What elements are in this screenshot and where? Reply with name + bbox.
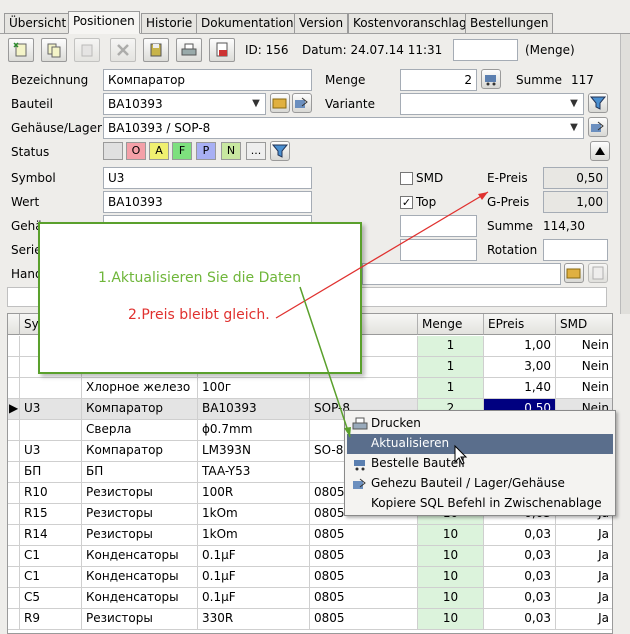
arrow-head-icon [478, 192, 488, 200]
arrow-head-icon [344, 427, 351, 437]
mouse-cursor-icon [454, 444, 468, 465]
annotation-overlay [275, 191, 489, 465]
annotation-arrow-red [275, 191, 489, 319]
annotation-arrow-green [299, 286, 351, 438]
